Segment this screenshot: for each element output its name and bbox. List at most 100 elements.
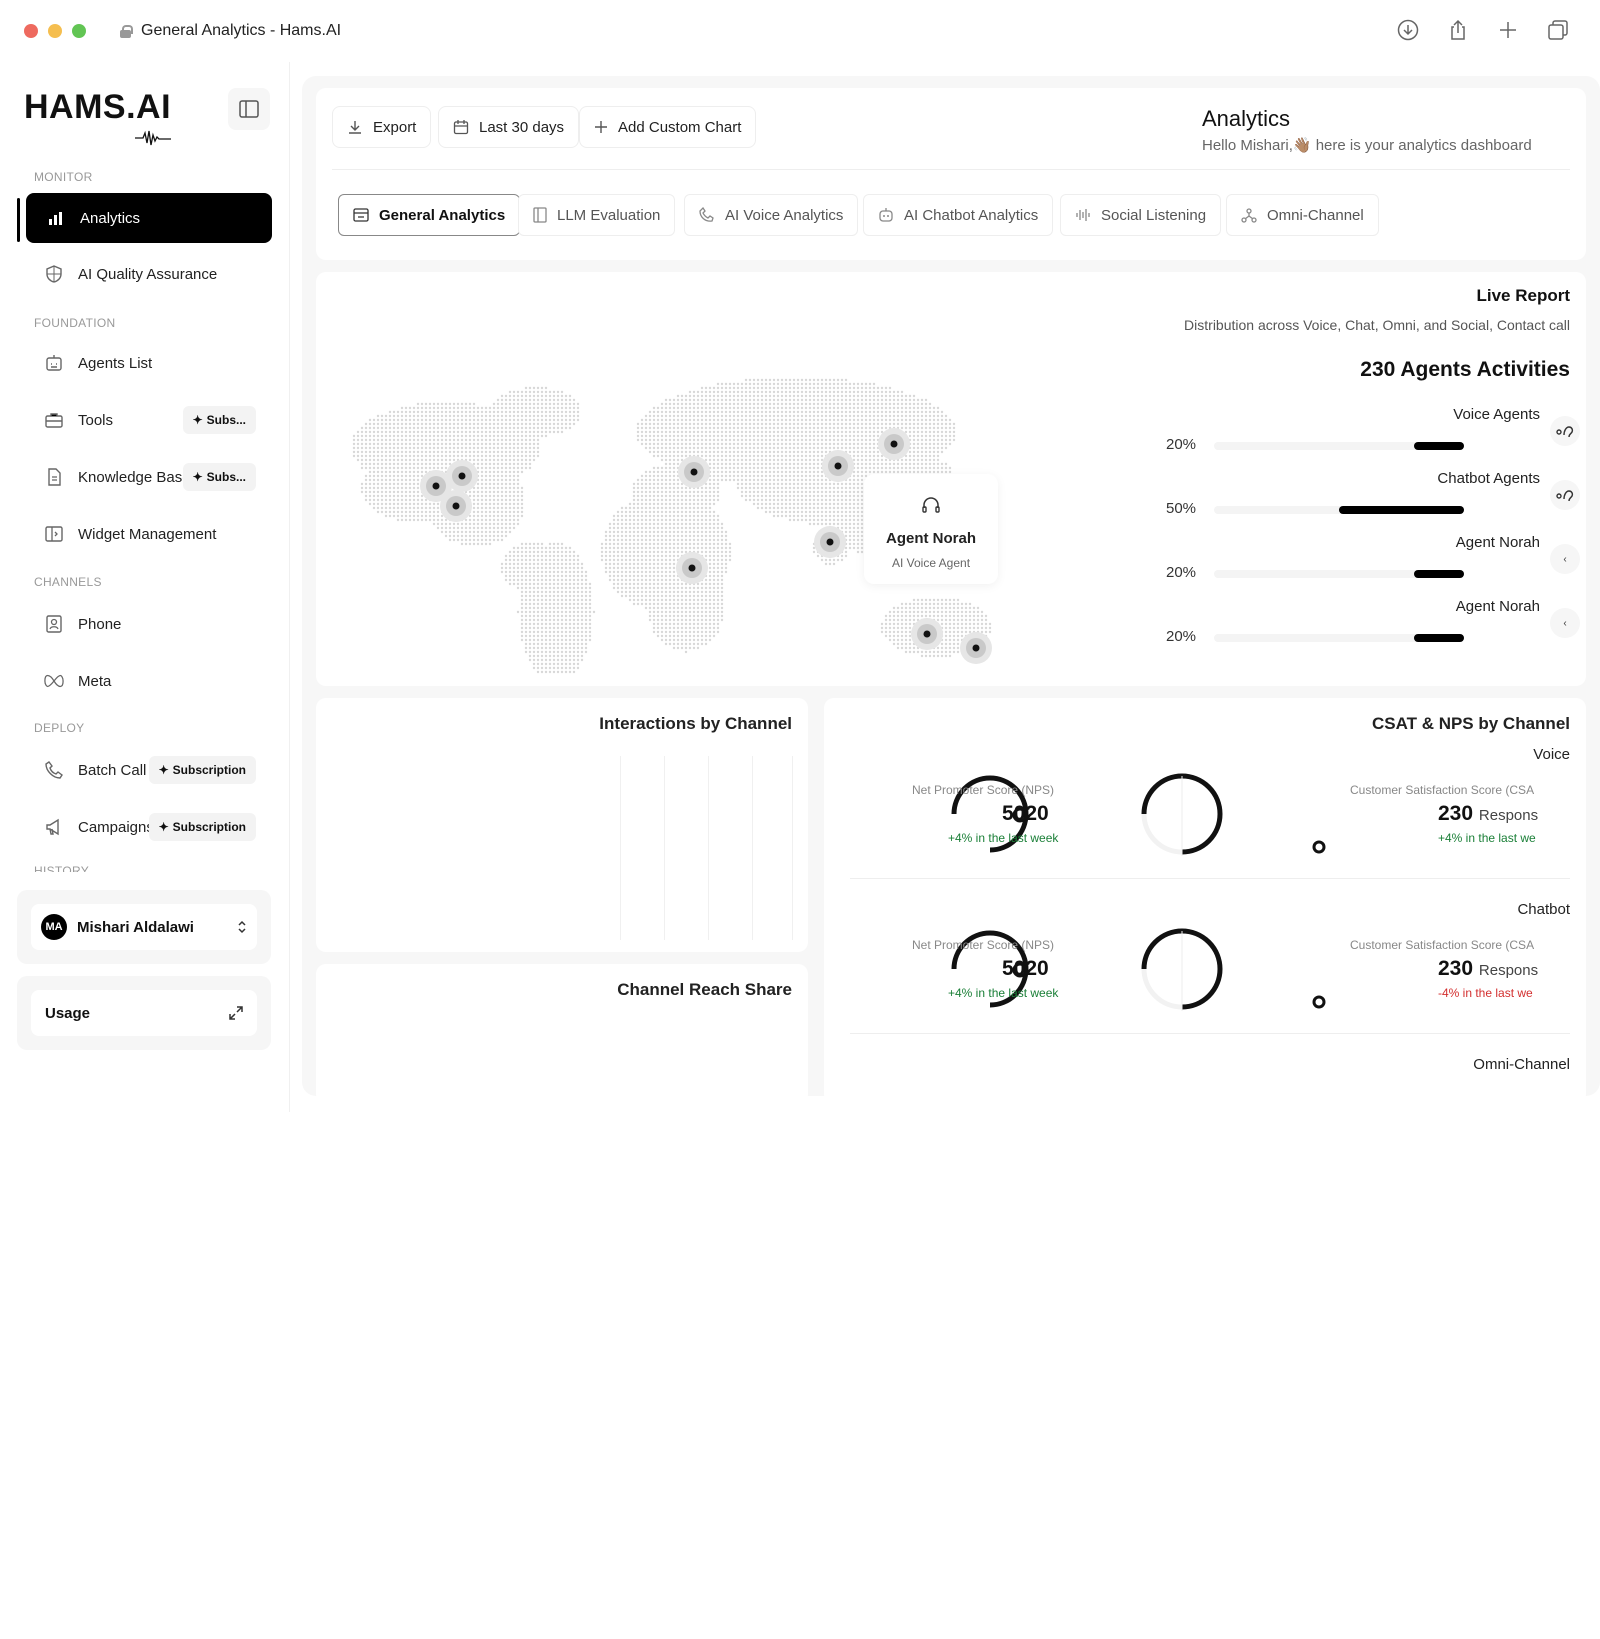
section-history: HISTORY (34, 864, 90, 872)
agent-avatar-icon[interactable]: ‹ (1550, 608, 1580, 638)
live-report-subtitle: Distribution across Voice, Chat, Omni, a… (1184, 317, 1570, 333)
sidebar-item-widget-management[interactable]: Widget Management (26, 509, 272, 559)
csat-number: 230 (1438, 957, 1474, 980)
robot-icon (44, 353, 64, 373)
user-switcher[interactable]: MA Mishari Aldalawi (31, 904, 257, 950)
subscription-badge[interactable]: ✦ Subscription (148, 756, 256, 784)
gridline (792, 756, 793, 940)
agent-percent: 20% (1166, 436, 1197, 453)
sidebar-item-agents-list[interactable]: Agents List (26, 338, 272, 388)
sparkle-icon: ✦ (192, 413, 203, 427)
download-icon[interactable] (1396, 18, 1420, 42)
brand-logo[interactable]: HAMS.AI (24, 88, 171, 127)
chatbot-agent-icon[interactable] (1550, 480, 1580, 510)
sidebar-item-tools[interactable]: Tools ✦ Subs... (26, 395, 272, 445)
sparkle-icon: ✦ (158, 763, 169, 777)
logo-wave-icon (135, 130, 171, 146)
csat-unit: Respons (1478, 962, 1539, 979)
sidebar-toggle-icon (239, 100, 259, 118)
agent-progress-track (1214, 506, 1464, 514)
nps-label: Net Promoter Score (NPS) (912, 938, 1055, 952)
agent-location-pin[interactable] (440, 490, 472, 522)
agent-activity-row: Chatbot Agents 50% (1166, 470, 1584, 530)
tab-general-analytics[interactable]: General Analytics (338, 194, 521, 236)
agent-avatar-icon[interactable]: ‹ (1550, 544, 1580, 574)
window-title-text: General Analytics - Hams.AI (141, 22, 342, 39)
date-range-button[interactable]: Last 30 days (438, 106, 580, 148)
tab-social-listening[interactable]: Social Listening (1060, 194, 1222, 236)
share-icon[interactable] (1446, 18, 1470, 42)
bar-chart-icon (46, 208, 66, 228)
sidebar-toggle-button[interactable] (228, 88, 270, 130)
agent-location-pin[interactable] (878, 428, 910, 460)
tab-omni-channel[interactable]: Omni-Channel (1226, 194, 1379, 236)
voice-agent-icon[interactable] (1550, 416, 1580, 446)
divider (332, 169, 1570, 170)
minimize-window-button[interactable] (48, 24, 62, 38)
sidebar-item-label: Phone (78, 615, 122, 633)
close-window-button[interactable] (24, 24, 38, 38)
tab-llm-evaluation[interactable]: LLM Evaluation (518, 194, 676, 236)
agent-percent: 50% (1166, 500, 1197, 517)
analytics-header: Export Last 30 days Add Custom Chart Ana… (316, 88, 1586, 260)
tab-label: Social Listening (1101, 206, 1207, 224)
agent-location-pin[interactable] (814, 526, 846, 558)
agent-location-pin[interactable] (822, 450, 854, 482)
calendar-icon (453, 120, 469, 135)
nps-value: 5020 (1002, 957, 1049, 980)
sidebar-item-analytics[interactable]: Analytics (26, 193, 272, 243)
status-ring-icon (1312, 840, 1326, 854)
sidebar-item-meta[interactable]: Meta (26, 656, 272, 706)
subscription-badge[interactable]: ✦ Subs... (182, 406, 256, 434)
csat-gauge (1141, 773, 1223, 856)
nps-delta: +4% in the last week (948, 831, 1059, 845)
tab-label: AI Chatbot Analytics (904, 206, 1039, 224)
agent-location-pin[interactable] (960, 632, 992, 664)
new-tab-icon[interactable] (1496, 18, 1520, 42)
widget-icon (44, 524, 64, 544)
section-monitor: MONITOR (34, 170, 93, 184)
badge-label: Subscription (172, 820, 246, 834)
gridline (620, 756, 621, 940)
add-custom-chart-button[interactable]: Add Custom Chart (579, 106, 757, 148)
agent-location-pin[interactable] (446, 460, 478, 492)
csat-number: 230 (1438, 802, 1474, 825)
csat-value: 230 Respons (1438, 802, 1538, 826)
csat-gauge (1141, 928, 1223, 1011)
sidebar-item-batch-call[interactable]: Batch Call ✦ Subscription (26, 745, 272, 795)
agent-location-pin[interactable] (676, 552, 708, 584)
csat-delta: -4% in the last we (1438, 986, 1533, 1000)
channel-label-voice: Voice (1533, 746, 1570, 763)
nps-value: 5020 (1002, 802, 1049, 825)
tab-ai-voice-analytics[interactable]: AI Voice Analytics (684, 194, 859, 236)
sidebar-item-campaigns[interactable]: Campaigns ✦ Subscription (26, 802, 272, 852)
badge-label: Subscription (172, 763, 246, 777)
tooltip-agent-role: AI Voice Agent (891, 556, 971, 570)
sidebar-item-knowledge-bases[interactable]: Knowledge Bases ✦ Subs... (26, 452, 272, 502)
subscription-badge[interactable]: ✦ Subs... (182, 463, 256, 491)
gridline (708, 756, 709, 940)
maximize-window-button[interactable] (72, 24, 86, 38)
avatar: MA (41, 914, 67, 940)
sidebar-item-quality-assurance[interactable]: AI Quality Assurance (26, 249, 272, 299)
sidebar-item-label: Knowledge Bases (78, 468, 199, 486)
phone-icon (44, 760, 64, 780)
sidebar-item-phone[interactable]: Phone (26, 599, 272, 649)
agent-percent: 20% (1166, 564, 1197, 581)
tab-label: Omni-Channel (1267, 206, 1364, 224)
shield-icon (44, 264, 64, 284)
agent-progress-fill (1414, 570, 1464, 578)
document-icon (44, 467, 64, 487)
tabs-overview-icon[interactable] (1546, 18, 1570, 42)
export-button[interactable]: Export (332, 106, 432, 148)
channel-label-omni: Omni-Channel (1473, 1056, 1570, 1073)
tab-ai-chatbot-analytics[interactable]: AI Chatbot Analytics (863, 194, 1054, 236)
agent-location-pin[interactable] (911, 618, 943, 650)
agent-location-pin[interactable] (678, 456, 710, 488)
gridline (752, 756, 753, 940)
usage-button[interactable]: Usage (31, 990, 257, 1036)
subscription-badge[interactable]: ✦ Subscription (148, 813, 256, 841)
interactions-title: Interactions by Channel (599, 714, 792, 733)
csat-nps-card: CSAT & NPS by Channel Voice Net Promoter… (824, 698, 1586, 1096)
agent-activity-row: Voice Agents 20% (1166, 406, 1584, 466)
